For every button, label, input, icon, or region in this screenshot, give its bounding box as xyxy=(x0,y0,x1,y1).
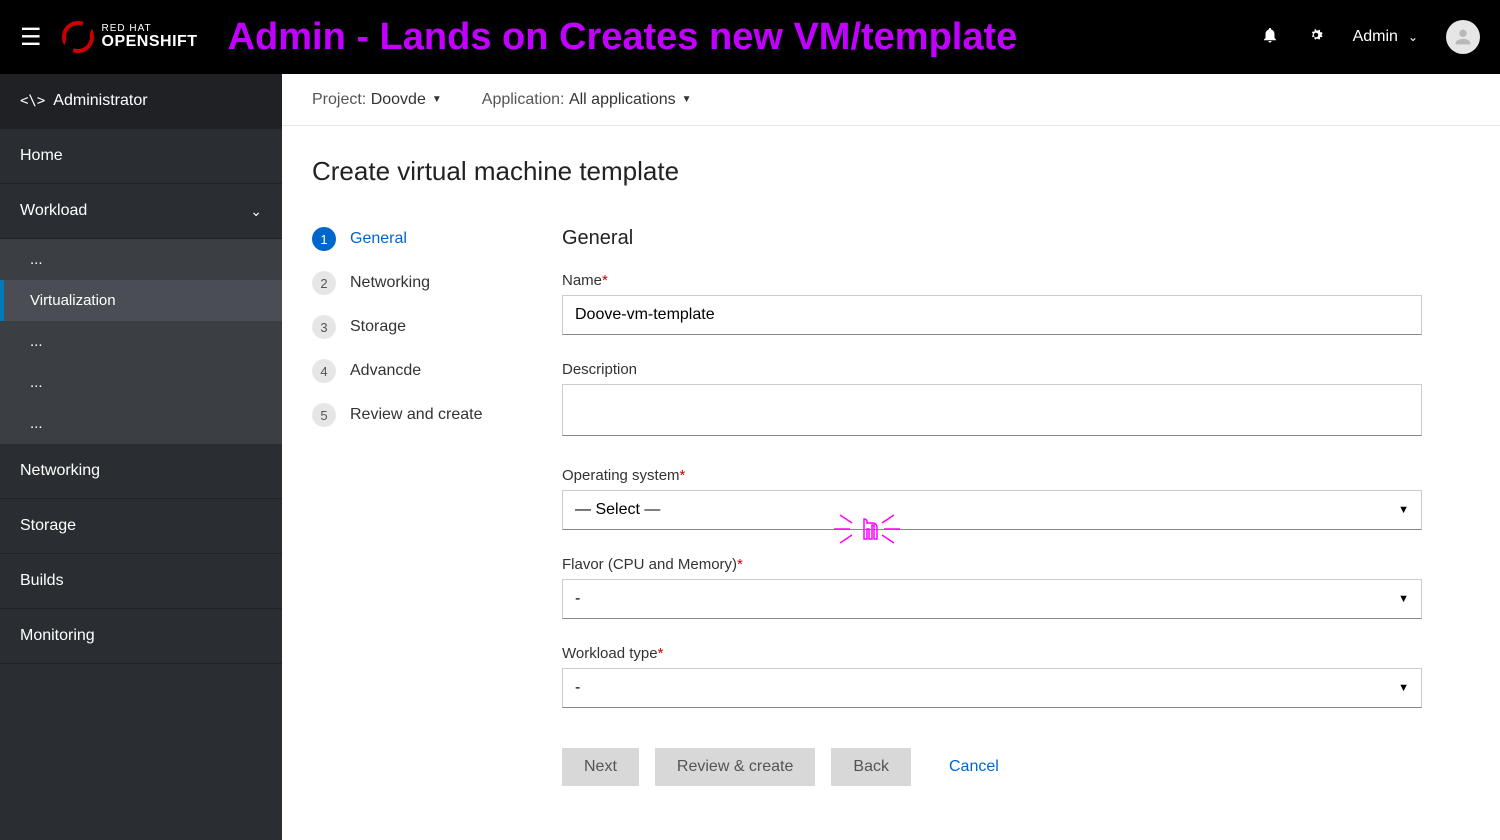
os-select[interactable]: — Select — ▼ xyxy=(562,490,1422,530)
project-label: Project: xyxy=(312,91,366,108)
step-num: 2 xyxy=(312,271,336,295)
flavor-label: Flavor (CPU and Memory)* xyxy=(562,556,1422,573)
sidebar-role-label: Administrator xyxy=(53,92,147,110)
sidebar: <\> Administrator Home Workload ⌄ ... Vi… xyxy=(0,74,282,840)
sidebar-item-workload[interactable]: Workload ⌄ xyxy=(0,184,282,239)
hamburger-icon[interactable]: ☰ xyxy=(20,23,42,52)
step-label: General xyxy=(350,230,407,248)
step-label: Advancde xyxy=(350,362,421,380)
caret-down-icon: ▼ xyxy=(1398,682,1409,694)
button-row: Next Review & create Back Cancel xyxy=(562,748,1422,786)
name-input[interactable] xyxy=(562,295,1422,335)
back-button[interactable]: Back xyxy=(831,748,911,786)
description-input[interactable] xyxy=(562,384,1422,436)
content: Project: Doovde ▼ Application: All appli… xyxy=(282,74,1500,840)
sidebar-subitem-3[interactable]: ... xyxy=(0,321,282,362)
step-num: 1 xyxy=(312,227,336,251)
sidebar-subitem-virtualization[interactable]: Virtualization xyxy=(0,280,282,321)
logo-text-bottom: OPENSHIFT xyxy=(102,34,198,50)
redhat-logo-icon xyxy=(62,21,94,53)
step-storage[interactable]: 3 Storage xyxy=(312,315,512,339)
form-heading: General xyxy=(562,227,1422,250)
caret-down-icon: ▼ xyxy=(682,94,692,105)
step-num: 3 xyxy=(312,315,336,339)
step-label: Storage xyxy=(350,318,406,336)
caret-down-icon: ▼ xyxy=(432,94,442,105)
sidebar-subitem-4[interactable]: ... xyxy=(0,362,282,403)
name-label: Name* xyxy=(562,272,1422,289)
gear-icon[interactable] xyxy=(1307,26,1325,49)
chevron-down-icon: ⌄ xyxy=(1408,30,1418,44)
page-title: Admin - Lands on Creates new VM/template xyxy=(228,16,1261,59)
step-review[interactable]: 5 Review and create xyxy=(312,403,512,427)
wizard-steps: 1 General 2 Networking 3 Storage 4 Advan… xyxy=(312,227,512,786)
sidebar-item-home[interactable]: Home xyxy=(0,129,282,184)
project-selector[interactable]: Doovde ▼ xyxy=(371,91,442,109)
next-button[interactable]: Next xyxy=(562,748,639,786)
os-value: — Select — xyxy=(575,501,660,519)
application-selector[interactable]: All applications ▼ xyxy=(569,91,692,109)
caret-down-icon: ▼ xyxy=(1398,504,1409,516)
code-icon: <\> xyxy=(20,93,45,109)
sidebar-item-monitoring[interactable]: Monitoring xyxy=(0,609,282,664)
workload-label: Workload type* xyxy=(562,645,1422,662)
main-title: Create virtual machine template xyxy=(312,156,1470,187)
breadcrumb-bar: Project: Doovde ▼ Application: All appli… xyxy=(282,74,1500,126)
project-value: Doovde xyxy=(371,91,426,109)
application-value: All applications xyxy=(569,91,676,109)
cancel-button[interactable]: Cancel xyxy=(927,748,1021,786)
step-num: 5 xyxy=(312,403,336,427)
step-label: Networking xyxy=(350,274,430,292)
bell-icon[interactable] xyxy=(1261,26,1279,49)
caret-down-icon: ▼ xyxy=(1398,593,1409,605)
step-general[interactable]: 1 General xyxy=(312,227,512,251)
workload-value: - xyxy=(575,679,580,697)
step-networking[interactable]: 2 Networking xyxy=(312,271,512,295)
flavor-select[interactable]: - ▼ xyxy=(562,579,1422,619)
application-label: Application: xyxy=(482,91,565,108)
sidebar-subitem-5[interactable]: ... xyxy=(0,403,282,444)
step-num: 4 xyxy=(312,359,336,383)
form-area: General Name* Description Operating s xyxy=(562,227,1422,786)
sidebar-item-networking[interactable]: Networking xyxy=(0,444,282,499)
flavor-value: - xyxy=(575,590,580,608)
topbar: ☰ RED HAT OPENSHIFT Admin - Lands on Cre… xyxy=(0,0,1500,74)
step-label: Review and create xyxy=(350,406,483,424)
workload-select[interactable]: - ▼ xyxy=(562,668,1422,708)
sidebar-item-storage[interactable]: Storage xyxy=(0,499,282,554)
avatar[interactable] xyxy=(1446,20,1480,54)
description-label: Description xyxy=(562,361,1422,378)
user-menu[interactable]: Admin ⌄ xyxy=(1353,28,1418,46)
os-label: Operating system* xyxy=(562,467,1422,484)
user-label: Admin xyxy=(1353,28,1398,46)
logo[interactable]: RED HAT OPENSHIFT xyxy=(62,21,198,53)
review-create-button[interactable]: Review & create xyxy=(655,748,816,786)
sidebar-role[interactable]: <\> Administrator xyxy=(0,74,282,129)
chevron-down-icon: ⌄ xyxy=(250,203,262,220)
sidebar-workload-label: Workload xyxy=(20,202,87,220)
sidebar-subitem-1[interactable]: ... xyxy=(0,239,282,280)
step-advanced[interactable]: 4 Advancde xyxy=(312,359,512,383)
sidebar-item-builds[interactable]: Builds xyxy=(0,554,282,609)
